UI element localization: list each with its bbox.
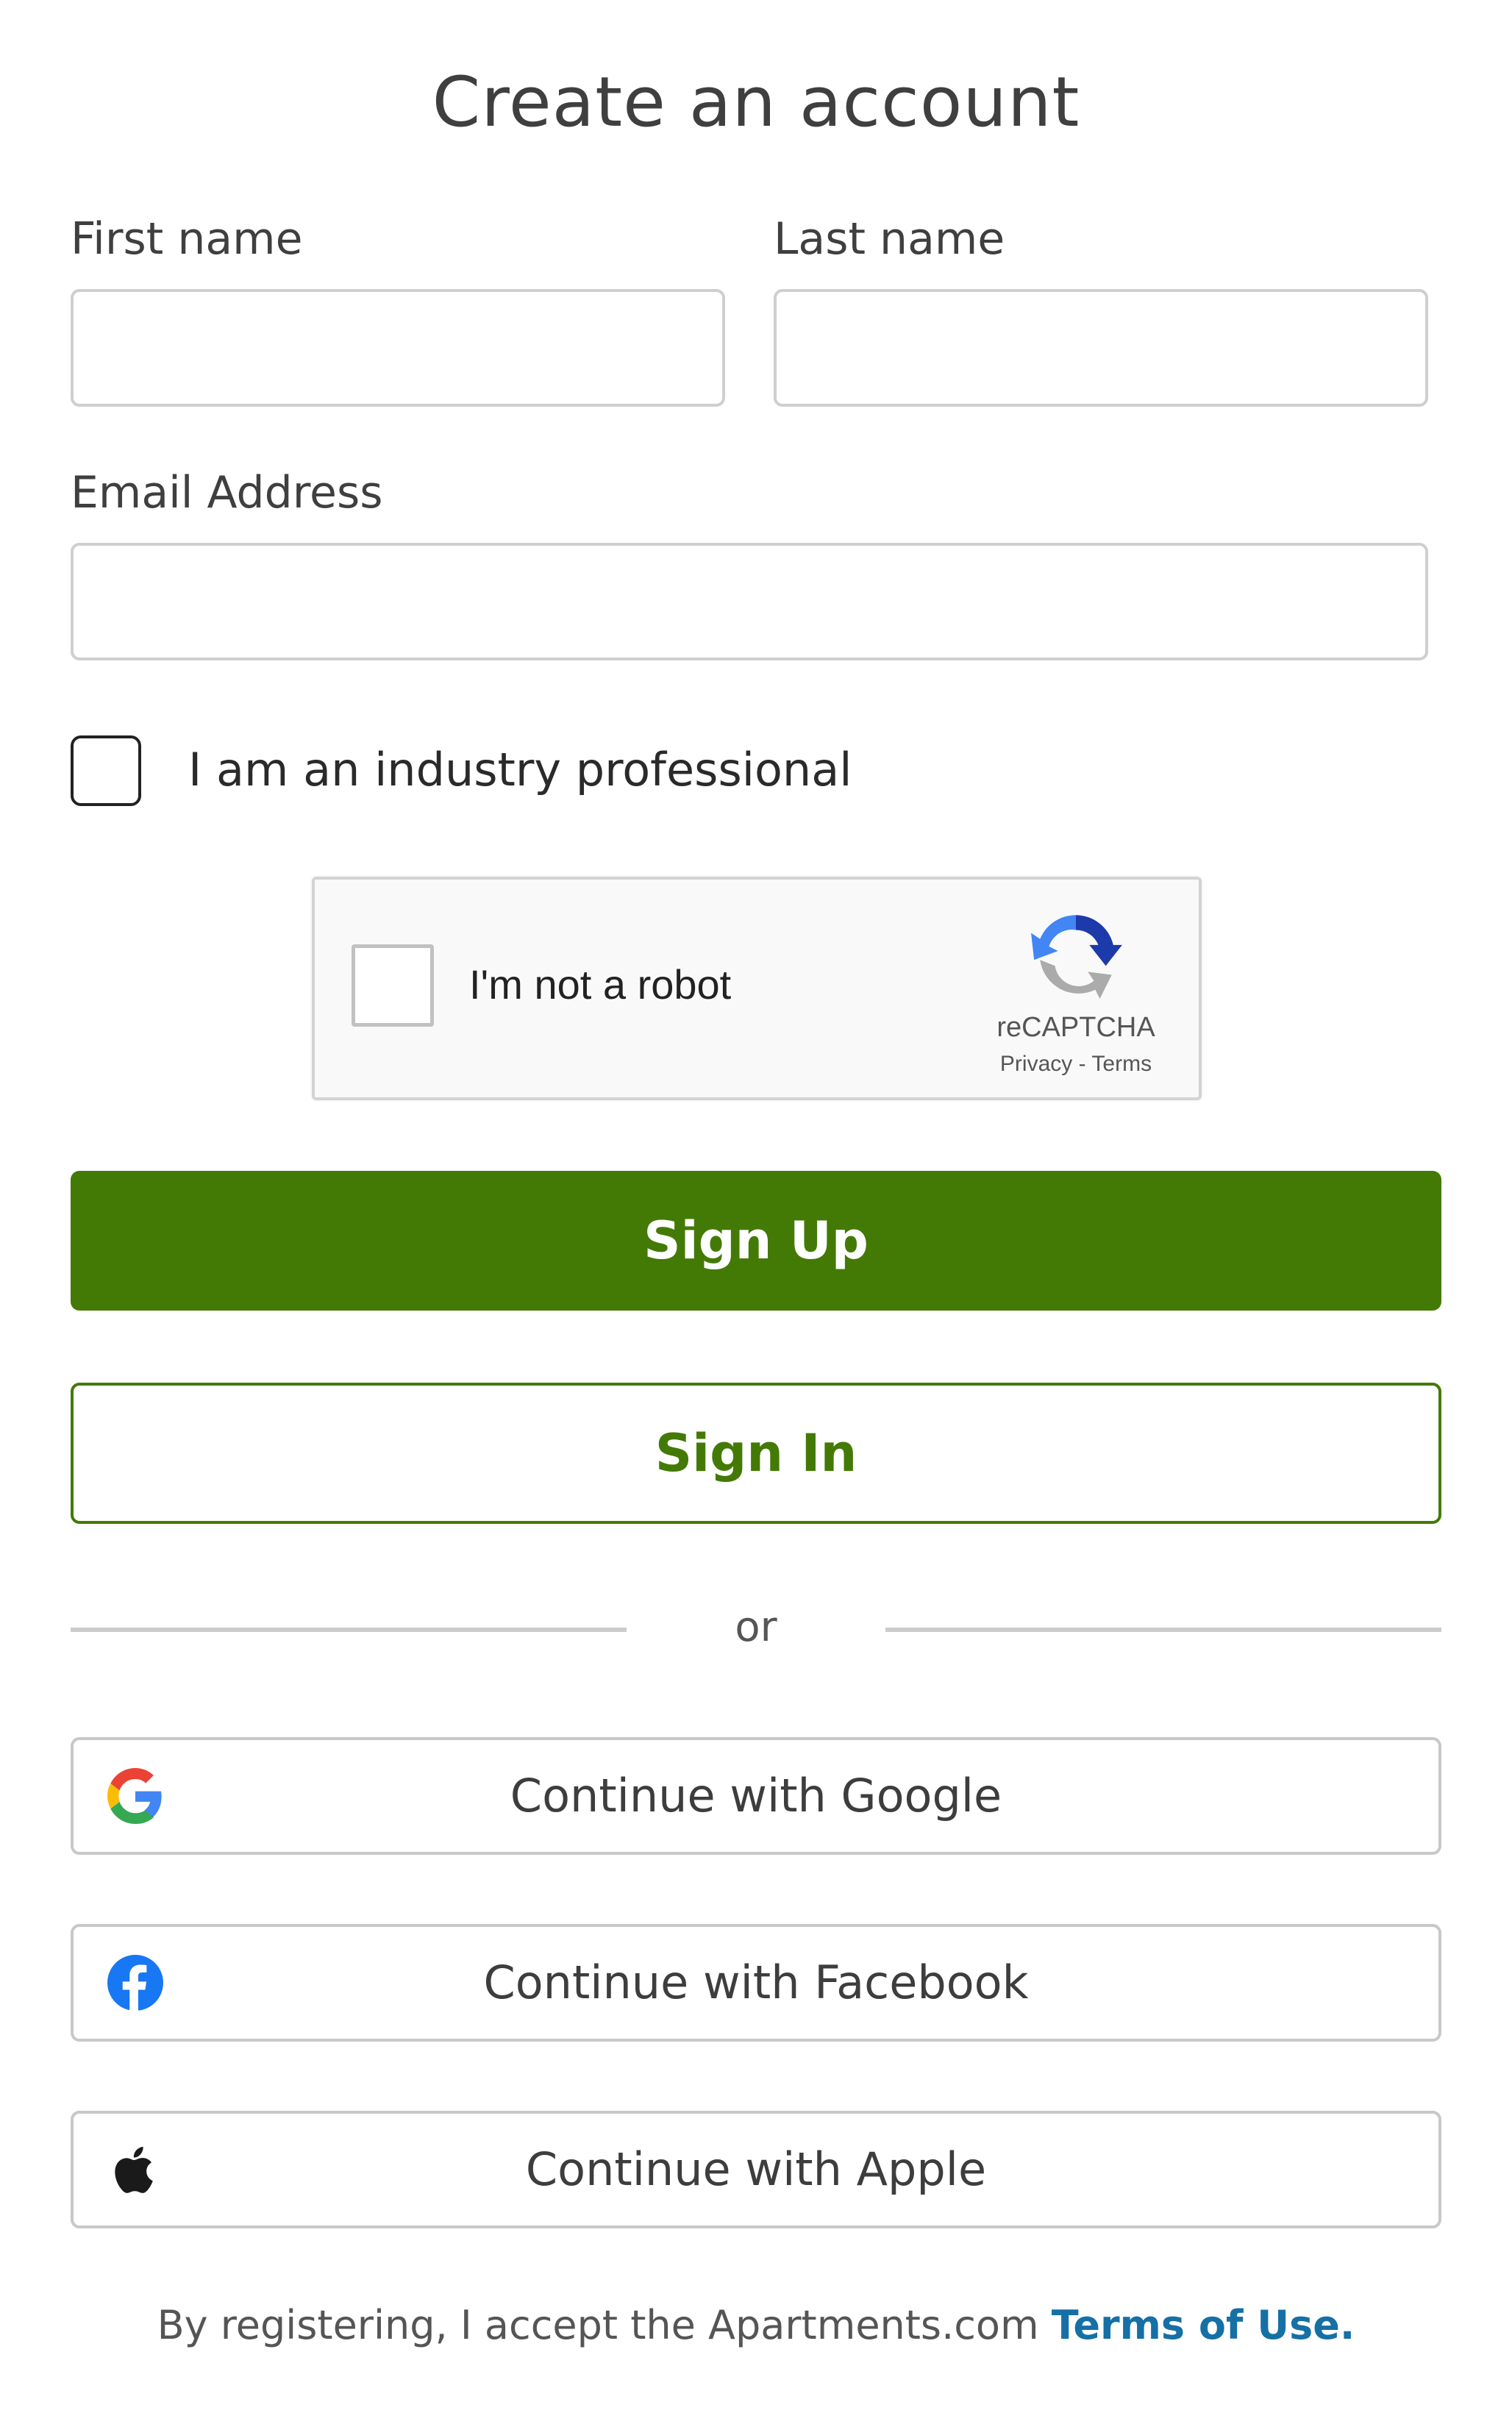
email-label: Email Address bbox=[71, 467, 383, 518]
recaptcha-privacy-link[interactable]: Privacy bbox=[1000, 1052, 1072, 1076]
recaptcha-checkbox[interactable] bbox=[352, 944, 434, 1027]
recaptcha-links: Privacy - Terms bbox=[962, 1052, 1190, 1077]
signup-page: Create an account First name Last name E… bbox=[0, 0, 1512, 2427]
continue-with-apple-button[interactable]: Continue with Apple bbox=[71, 2111, 1441, 2228]
recaptcha-widget: I'm not a robot reCAPTCHA Privacy - Term… bbox=[312, 877, 1202, 1100]
last-name-label: Last name bbox=[774, 213, 1005, 265]
continue-with-apple-label: Continue with Apple bbox=[525, 2142, 987, 2196]
continue-with-facebook-button[interactable]: Continue with Facebook bbox=[71, 1924, 1441, 2042]
email-field[interactable] bbox=[71, 543, 1428, 660]
first-name-field[interactable] bbox=[71, 289, 725, 407]
recaptcha-logo-icon bbox=[1031, 915, 1122, 999]
continue-with-google-button[interactable]: Continue with Google bbox=[71, 1737, 1441, 1855]
industry-professional-label[interactable]: I am an industry professional bbox=[188, 743, 852, 796]
sign-up-button[interactable]: Sign Up bbox=[71, 1171, 1441, 1311]
continue-with-facebook-label: Continue with Facebook bbox=[483, 1956, 1029, 2009]
recaptcha-separator: - bbox=[1072, 1052, 1092, 1076]
divider-or: or bbox=[735, 1603, 777, 1651]
recaptcha-brand: reCAPTCHA bbox=[996, 1012, 1155, 1043]
industry-professional-checkbox[interactable] bbox=[71, 735, 141, 806]
last-name-field[interactable] bbox=[774, 289, 1428, 407]
sign-in-button[interactable]: Sign In bbox=[71, 1383, 1441, 1524]
terms-footer: By registering, I accept the Apartments.… bbox=[0, 2302, 1512, 2348]
continue-with-google-label: Continue with Google bbox=[510, 1769, 1002, 1822]
terms-of-use-link[interactable]: Terms of Use. bbox=[1052, 2302, 1355, 2348]
page-title: Create an account bbox=[432, 63, 1080, 143]
recaptcha-label: I'm not a robot bbox=[469, 961, 732, 1008]
recaptcha-terms-link[interactable]: Terms bbox=[1091, 1052, 1152, 1076]
footer-text: By registering, I accept the Apartments.… bbox=[157, 2302, 1039, 2348]
first-name-label: First name bbox=[71, 213, 303, 265]
divider-line-right bbox=[885, 1628, 1441, 1632]
divider-line-left bbox=[71, 1628, 627, 1632]
